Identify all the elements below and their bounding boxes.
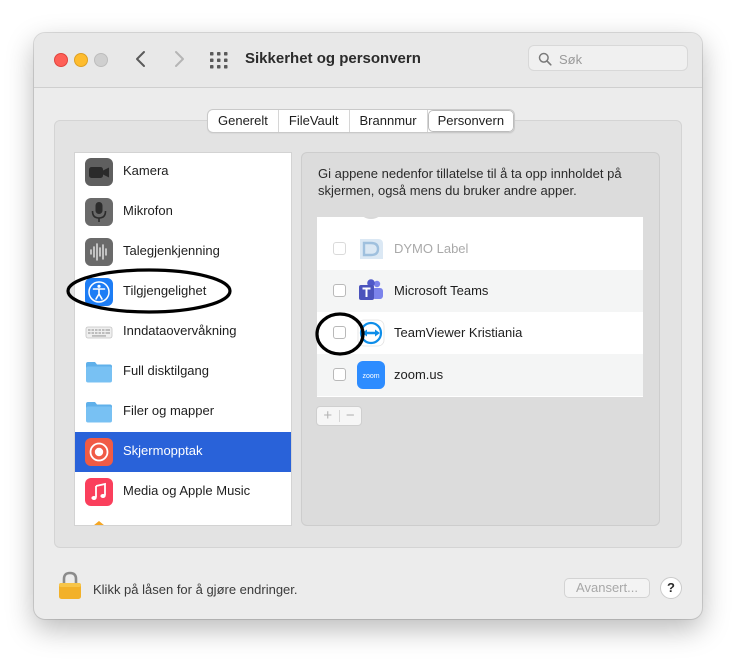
app-checkbox[interactable] xyxy=(333,242,346,255)
category-item-talegjenkjenning[interactable]: Talegjenkjenning xyxy=(75,232,291,272)
privacy-category-list[interactable]: Kamera Mikrofon Talegjenkjenning Tilgjen… xyxy=(74,152,292,526)
accessibility-icon xyxy=(85,278,113,306)
category-item-inndataovervakning[interactable]: Inndataovervåkning xyxy=(75,312,291,352)
app-row-microsoft-teams[interactable]: Microsoft Teams xyxy=(317,270,643,312)
category-item-filer-og-mapper[interactable]: Filer og mapper xyxy=(75,392,291,432)
scrolled-app-icon-partial xyxy=(363,217,379,219)
svg-text:zoom: zoom xyxy=(362,373,379,380)
music-icon xyxy=(85,478,113,506)
category-item-skjermopptak[interactable]: Skjermopptak xyxy=(75,432,291,472)
folder-icon xyxy=(86,362,112,383)
category-label: Tilgjengelighet xyxy=(123,283,207,298)
title-bar: Sikkerhet og personvern xyxy=(34,33,702,88)
permission-description: Gi appene nedenfor tillatelse til å ta o… xyxy=(318,166,622,198)
microphone-icon xyxy=(85,198,113,226)
app-row-teamviewer-kristiania[interactable]: TeamViewer Kristiania xyxy=(317,312,643,354)
help-button[interactable]: ? xyxy=(660,577,682,599)
search-icon xyxy=(538,52,552,66)
lock-instruction: Klikk på låsen for å gjøre endringer. xyxy=(93,582,298,597)
category-item-next-partial[interactable] xyxy=(75,512,291,525)
category-item-media-og-apple-music[interactable]: Media og Apple Music xyxy=(75,472,291,512)
teams-icon xyxy=(359,279,383,300)
category-label: Media og Apple Music xyxy=(123,483,251,498)
security-privacy-window: Sikkerhet og personvern Generelt FileVau… xyxy=(34,33,702,619)
dymo-label-icon xyxy=(360,239,383,259)
category-label: Filer og mapper xyxy=(123,403,215,418)
add-remove-control: + − xyxy=(316,406,362,426)
remove-app-button[interactable]: − xyxy=(340,407,362,425)
waveform-icon xyxy=(85,238,113,266)
category-item-full-disktilgang[interactable]: Full disktilgang xyxy=(75,352,291,392)
app-row-dymo-label[interactable]: DYMO Label xyxy=(317,228,643,270)
category-label: Kamera xyxy=(123,163,169,178)
category-item-mikrofon[interactable]: Mikrofon xyxy=(75,192,291,232)
app-name: DYMO Label xyxy=(394,241,469,256)
app-name: Microsoft Teams xyxy=(394,283,489,298)
add-app-button[interactable]: + xyxy=(317,407,339,425)
category-label: Mikrofon xyxy=(123,203,173,218)
forward-button[interactable] xyxy=(168,47,190,71)
camera-icon xyxy=(85,158,113,186)
tab-brannmur[interactable]: Brannmur xyxy=(350,110,428,132)
app-list[interactable]: DYMO Label Microsoft Teams TeamViewer Kr… xyxy=(317,217,643,397)
folder-icon xyxy=(86,402,112,423)
zoom-window-button[interactable] xyxy=(94,53,108,67)
category-label: Inndataovervåkning xyxy=(123,323,237,338)
app-name: zoom.us xyxy=(394,367,444,382)
tab-generelt[interactable]: Generelt xyxy=(208,110,279,132)
category-item-kamera[interactable]: Kamera xyxy=(75,153,291,192)
search-input[interactable] xyxy=(557,49,681,69)
screen-record-icon xyxy=(85,438,113,466)
app-checkbox[interactable] xyxy=(333,284,346,297)
search-field[interactable] xyxy=(528,45,688,71)
show-all-button[interactable] xyxy=(208,50,230,70)
zoom-icon: zoom xyxy=(357,361,385,389)
chevron-left-icon xyxy=(136,51,145,67)
advanced-button[interactable]: Avansert... xyxy=(564,578,650,598)
window-title: Sikkerhet og personvern xyxy=(245,50,421,67)
home-icon xyxy=(94,521,104,525)
category-item-tilgjengelighet[interactable]: Tilgjengelighet xyxy=(75,272,291,312)
teamviewer-icon xyxy=(357,319,385,347)
minimize-window-button[interactable] xyxy=(74,53,88,67)
chevron-right-icon xyxy=(175,51,184,67)
tab-personvern[interactable]: Personvern xyxy=(427,110,515,132)
app-permissions-panel: Gi appene nedenfor tillatelse til å ta o… xyxy=(301,152,660,526)
app-checkbox[interactable] xyxy=(333,368,346,381)
grid-icon xyxy=(210,52,228,69)
lock-icon[interactable] xyxy=(58,571,82,601)
category-label: Skjermopptak xyxy=(123,443,203,458)
close-window-button[interactable] xyxy=(54,53,68,67)
app-checkbox[interactable] xyxy=(333,326,346,339)
app-name: TeamViewer Kristiania xyxy=(394,325,523,340)
back-button[interactable] xyxy=(130,47,152,71)
category-label: Full disktilgang xyxy=(123,363,209,378)
app-row-zoom-us[interactable]: zoom zoom.us xyxy=(317,354,643,396)
keyboard-icon xyxy=(85,326,113,339)
tab-filevault[interactable]: FileVault xyxy=(279,110,350,132)
tab-bar: Generelt FileVault Brannmur Personvern xyxy=(207,109,516,133)
category-label: Talegjenkjenning xyxy=(123,243,220,258)
